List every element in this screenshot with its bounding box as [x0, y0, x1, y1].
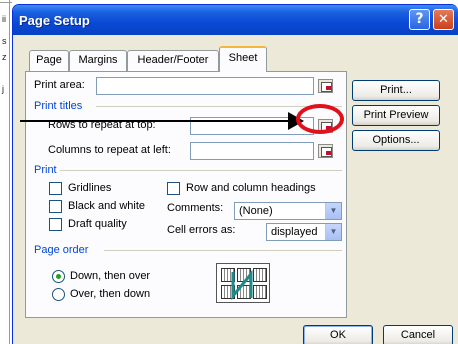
print-titles-heading: Print titles [34, 100, 83, 112]
columns-to-repeat-field[interactable] [190, 142, 314, 160]
cell-errors-value: displayed [271, 226, 318, 238]
draft-quality-checkbox[interactable] [49, 218, 62, 231]
annotation-arrow-line [20, 120, 290, 122]
bg-text: ii [2, 14, 6, 24]
cancel-button[interactable]: Cancel [383, 325, 453, 344]
bg-gridline [9, 0, 10, 344]
over-then-down-label: Over, then down [70, 288, 151, 300]
columns-to-repeat-label: Columns to repeat at left: [48, 144, 171, 156]
options-button[interactable]: Options... [352, 130, 440, 151]
bg-text: z [2, 52, 7, 62]
annotation-highlight-ring [296, 104, 344, 134]
row-column-headings-checkbox[interactable] [167, 182, 180, 195]
draft-quality-label: Draft quality [68, 218, 127, 230]
dialog-title: Page Setup [19, 13, 90, 28]
sheet-tab-panel: Print area: Print titles Rows to repeat … [25, 71, 347, 318]
help-icon: ? [415, 11, 424, 27]
over-then-down-radio[interactable] [52, 288, 65, 301]
cell-errors-select[interactable]: displayed ▼ [266, 223, 342, 241]
comments-select[interactable]: (None) ▼ [234, 202, 342, 220]
down-then-over-radio[interactable] [52, 270, 65, 283]
range-select-icon[interactable] [318, 79, 333, 93]
range-select-icon[interactable] [318, 144, 333, 158]
chevron-down-icon[interactable]: ▼ [325, 203, 341, 219]
comments-value: (None) [239, 205, 273, 217]
print-button[interactable]: Print... [352, 80, 440, 101]
group-divider [104, 250, 342, 251]
gridlines-label: Gridlines [68, 182, 112, 194]
comments-label: Comments: [167, 202, 224, 214]
black-and-white-label: Black and white [68, 200, 146, 212]
black-and-white-checkbox[interactable] [49, 200, 62, 213]
chevron-down-icon[interactable]: ▼ [325, 224, 341, 240]
page-order-diagram-icon [216, 263, 270, 303]
gridlines-checkbox[interactable] [49, 182, 62, 195]
bg-text: j [2, 84, 4, 94]
ok-button[interactable]: OK [303, 325, 373, 344]
print-area-label: Print area: [34, 79, 85, 91]
down-then-over-label: Down, then over [70, 270, 151, 282]
group-divider [60, 170, 342, 171]
tab-page[interactable]: Page [29, 50, 69, 71]
tab-header-footer[interactable]: Header/Footer [127, 50, 219, 71]
print-preview-button[interactable]: Print Preview [352, 105, 440, 126]
page-order-heading: Page order [34, 244, 89, 256]
title-bar[interactable]: Page Setup ? ✕ [13, 5, 458, 35]
print-heading: Print [34, 164, 57, 176]
close-button[interactable]: ✕ [433, 9, 454, 30]
page-setup-dialog: Page Setup ? ✕ Page Margins Header/Foote… [12, 4, 458, 344]
row-column-headings-label: Row and column headings [186, 182, 316, 194]
page-order-arrow-icon [231, 269, 253, 301]
help-button[interactable]: ? [409, 9, 430, 30]
bg-text: s [2, 36, 7, 46]
tab-sheet[interactable]: Sheet [219, 46, 267, 72]
bg-gridline [0, 2, 12, 3]
cell-errors-label: Cell errors as: [167, 224, 236, 236]
close-icon: ✕ [438, 12, 449, 27]
tab-margins[interactable]: Margins [69, 50, 127, 71]
print-area-field[interactable] [96, 77, 314, 95]
